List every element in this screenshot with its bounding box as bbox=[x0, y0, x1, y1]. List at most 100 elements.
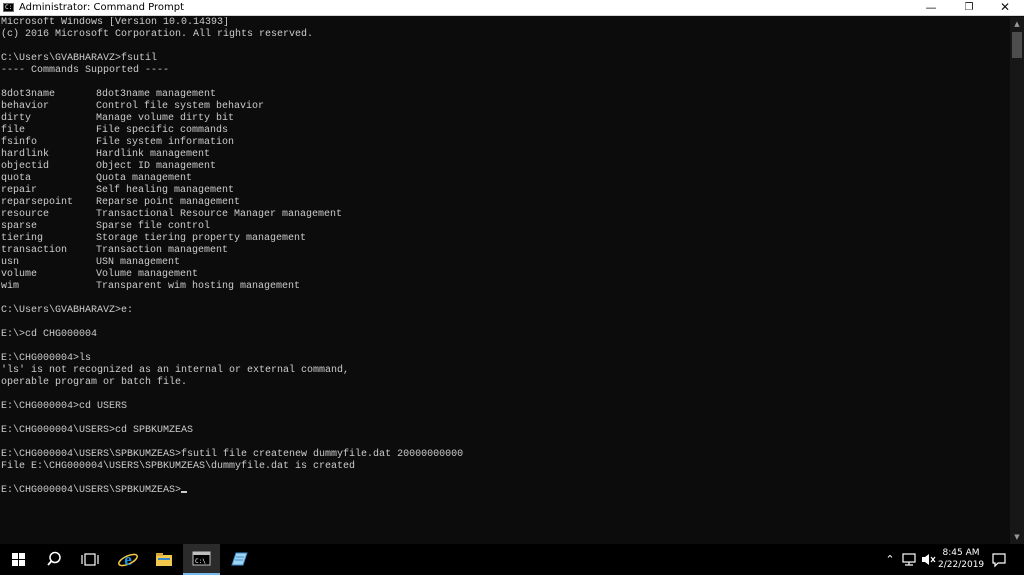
command-name: repair bbox=[1, 185, 38, 196]
notepad-icon bbox=[231, 552, 248, 566]
command-name: wim bbox=[1, 281, 20, 292]
console-line: Microsoft Windows [Version 10.0.14393] bbox=[1, 17, 230, 28]
console-line: E:\CHG000004>ls bbox=[1, 353, 92, 364]
minimize-icon: — bbox=[925, 1, 937, 14]
command-description: Transaction management bbox=[96, 245, 229, 256]
clock-time: 8:45 AM bbox=[942, 548, 980, 558]
command-description: File specific commands bbox=[96, 125, 229, 136]
close-icon: ✕ bbox=[999, 0, 1011, 14]
command-list-item: quota Quota management bbox=[1, 173, 463, 185]
search-icon bbox=[47, 551, 61, 566]
command-list-item: volume Volume management bbox=[1, 269, 463, 281]
cmd-icon[interactable]: C: bbox=[3, 3, 14, 12]
command-list-item: hardlink Hardlink management bbox=[1, 149, 463, 161]
console-line: operable program or batch file. bbox=[1, 377, 188, 388]
console-line: E:\CHG000004>cd USERS bbox=[1, 401, 128, 412]
command-name: hardlink bbox=[1, 149, 50, 160]
network-tray-button[interactable] bbox=[900, 544, 918, 575]
command-description: Volume management bbox=[96, 269, 199, 280]
network-icon bbox=[902, 553, 916, 566]
command-list-item: objectid Object ID management bbox=[1, 161, 463, 173]
command-prompt-window: C: Administrator: Command Prompt — ❐ ✕ M… bbox=[0, 0, 1024, 544]
command-list-item: resource Transactional Resource Manager m… bbox=[1, 209, 463, 221]
command-description: Sparse file control bbox=[96, 221, 211, 232]
command-description: Quota management bbox=[96, 173, 193, 184]
svg-text:C:\: C:\ bbox=[195, 558, 206, 565]
command-name: quota bbox=[1, 173, 32, 184]
search-button[interactable] bbox=[36, 544, 72, 575]
command-list-item: fsinfo File system information bbox=[1, 137, 463, 149]
volume-muted-icon bbox=[922, 554, 936, 565]
notification-icon bbox=[992, 553, 1006, 568]
command-description: Transactional Resource Manager managemen… bbox=[96, 209, 343, 220]
volume-tray-button[interactable] bbox=[919, 544, 937, 575]
taskbar: e C:\ ⌃ 8:45 AM 2/22/2019 bbox=[0, 544, 1024, 575]
command-description: Control file system behavior bbox=[96, 101, 265, 112]
file-explorer-button[interactable] bbox=[146, 544, 182, 575]
command-list-item: wim Transparent wim hosting management bbox=[1, 281, 463, 293]
clock-date: 2/22/2019 bbox=[938, 560, 985, 570]
command-list-item: 8dot3name 8dot3name management bbox=[1, 89, 463, 101]
command-list-item: transaction Transaction management bbox=[1, 245, 463, 257]
console-line: 'ls' is not recognized as an internal or… bbox=[1, 365, 350, 376]
windows-start-icon bbox=[12, 553, 25, 566]
action-center-button[interactable] bbox=[990, 544, 1008, 575]
command-description: File system information bbox=[96, 137, 235, 148]
console-area[interactable]: Microsoft Windows [Version 10.0.14393] (c… bbox=[0, 17, 1010, 544]
console-output: Microsoft Windows [Version 10.0.14393] (c… bbox=[1, 17, 463, 497]
command-name: resource bbox=[1, 209, 50, 220]
console-line: File E:\CHG000004\USERS\SPBKUMZEAS\dummy… bbox=[1, 461, 356, 472]
command-list-item: repair Self healing management bbox=[1, 185, 463, 197]
console-line: E:\CHG000004\USERS\SPBKUMZEAS>fsutil fil… bbox=[1, 449, 464, 460]
restore-icon: ❐ bbox=[964, 2, 974, 13]
scroll-up-button[interactable]: ▲ bbox=[1010, 17, 1024, 31]
task-view-button[interactable] bbox=[72, 544, 108, 575]
file-explorer-icon bbox=[156, 553, 172, 566]
console-line: E:\CHG000004\USERS>cd SPBKUMZEAS bbox=[1, 425, 194, 436]
command-name: 8dot3name bbox=[1, 89, 56, 100]
console-line: ---- Commands Supported ---- bbox=[1, 65, 170, 76]
scroll-down-button[interactable]: ▼ bbox=[1010, 530, 1024, 544]
show-hidden-icons-button[interactable]: ⌃ bbox=[883, 544, 897, 575]
scroll-thumb[interactable] bbox=[1012, 32, 1022, 58]
console-prompt-line[interactable]: E:\CHG000004\USERS\SPBKUMZEAS> bbox=[1, 485, 463, 497]
command-prompt-taskbar-button[interactable]: C:\ bbox=[183, 544, 220, 575]
notepad-button[interactable] bbox=[220, 544, 256, 575]
scroll-down-arrow-icon: ▼ bbox=[1014, 533, 1020, 541]
start-button[interactable] bbox=[0, 544, 36, 575]
command-list-item: usn USN management bbox=[1, 257, 463, 269]
close-button[interactable]: ✕ bbox=[988, 0, 1022, 15]
command-name: fsinfo bbox=[1, 137, 38, 148]
command-description: Reparse point management bbox=[96, 197, 241, 208]
internet-explorer-button[interactable]: e bbox=[110, 544, 146, 575]
command-name: dirty bbox=[1, 113, 32, 124]
svg-text:e: e bbox=[124, 550, 132, 569]
command-list-item: file File specific commands bbox=[1, 125, 463, 137]
scroll-up-arrow-icon: ▲ bbox=[1014, 20, 1020, 28]
title-bar[interactable]: C: Administrator: Command Prompt — ❐ ✕ bbox=[0, 0, 1024, 16]
chevron-up-icon: ⌃ bbox=[885, 553, 895, 566]
prompt-text: E:\CHG000004\USERS\SPBKUMZEAS> bbox=[1, 485, 182, 496]
clock-tray-button[interactable]: 8:45 AM 2/22/2019 bbox=[938, 547, 984, 571]
command-name: transaction bbox=[1, 245, 68, 256]
command-description: Object ID management bbox=[96, 161, 217, 172]
minimize-button[interactable]: — bbox=[914, 0, 948, 15]
task-view-icon bbox=[81, 553, 99, 566]
command-name: behavior bbox=[1, 101, 50, 112]
command-description: Hardlink management bbox=[96, 149, 211, 160]
maximize-button[interactable]: ❐ bbox=[952, 0, 986, 15]
command-description: Self healing management bbox=[96, 185, 235, 196]
vertical-scrollbar[interactable]: ▲ ▼ bbox=[1010, 17, 1024, 544]
window-title: Administrator: Command Prompt bbox=[19, 2, 184, 13]
command-prompt-icon: C:\ bbox=[192, 551, 211, 566]
command-list-item: tiering Storage tiering property manageme… bbox=[1, 233, 463, 245]
command-list-item: dirty Manage volume dirty bit bbox=[1, 113, 463, 125]
